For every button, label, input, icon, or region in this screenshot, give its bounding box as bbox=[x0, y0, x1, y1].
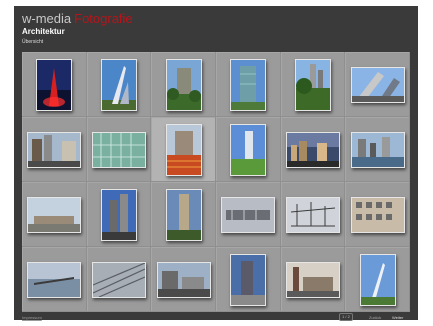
brand-name: w-media bbox=[22, 11, 72, 26]
grid-cell[interactable] bbox=[22, 117, 87, 182]
thumbnail-glass-tower[interactable] bbox=[230, 58, 267, 111]
page-title: Architektur bbox=[22, 27, 65, 36]
grid-cell[interactable] bbox=[216, 52, 281, 117]
thumbnail-skyscraper-trees[interactable] bbox=[165, 188, 202, 241]
grid-cell[interactable] bbox=[345, 52, 410, 117]
grid-cell[interactable] bbox=[22, 182, 87, 247]
thumbnail-tower-plaza[interactable] bbox=[230, 253, 267, 306]
thumbnail-towers-park[interactable] bbox=[294, 58, 331, 111]
grid-cell[interactable] bbox=[216, 182, 281, 247]
thumbnail-street-towers[interactable] bbox=[27, 131, 82, 168]
thumbnail-facade-grid[interactable] bbox=[350, 196, 405, 233]
thumbnail-harbour-city[interactable] bbox=[350, 131, 405, 168]
grid-cell[interactable] bbox=[87, 247, 152, 312]
thumbnail-pier[interactable] bbox=[27, 261, 82, 298]
grid-cell[interactable] bbox=[281, 117, 346, 182]
thumbnail-green-facade[interactable] bbox=[91, 131, 146, 168]
thumbnail-flat-building[interactable] bbox=[27, 196, 82, 233]
thumbnail-street-corner[interactable] bbox=[156, 261, 211, 298]
brand-tagline: Fotografie bbox=[74, 11, 133, 26]
grid-cell[interactable] bbox=[151, 117, 216, 182]
grid-cell[interactable] bbox=[345, 117, 410, 182]
grid-cell[interactable] bbox=[151, 52, 216, 117]
grid-cell[interactable] bbox=[281, 247, 346, 312]
grid-cell[interactable] bbox=[216, 117, 281, 182]
grid-cell[interactable] bbox=[151, 182, 216, 247]
brand-logo[interactable]: w-media Fotografie bbox=[22, 11, 133, 27]
thumbnail-tilted-blocks[interactable] bbox=[350, 66, 405, 103]
thumbnail-red-sculpture[interactable] bbox=[36, 58, 73, 111]
thumbnail-city-dusk[interactable] bbox=[285, 131, 340, 168]
grid-cell[interactable] bbox=[87, 117, 152, 182]
grid-cell[interactable] bbox=[281, 182, 346, 247]
grid-cell[interactable] bbox=[87, 182, 152, 247]
prev-page-link[interactable]: Zurück bbox=[369, 315, 381, 320]
thumbnail-chimney-building[interactable] bbox=[285, 261, 340, 298]
page-subtitle: Übersicht bbox=[22, 39, 44, 45]
thumbnail-rooftop-detail[interactable] bbox=[91, 261, 146, 298]
thumbnail-building-garden[interactable] bbox=[165, 58, 202, 111]
grid-cell[interactable] bbox=[216, 247, 281, 312]
grid-cell[interactable] bbox=[22, 52, 87, 117]
thumbnail-bridge-structure[interactable] bbox=[221, 196, 276, 233]
grid-cell[interactable] bbox=[151, 247, 216, 312]
thumbnail-antenna[interactable] bbox=[359, 253, 396, 306]
page-indicator[interactable]: 1 / 2 bbox=[339, 313, 353, 321]
grid-cell[interactable] bbox=[345, 182, 410, 247]
thumbnail-construction-site[interactable] bbox=[165, 123, 202, 176]
grid-cell[interactable] bbox=[87, 52, 152, 117]
thumbnail-twin-towers[interactable] bbox=[100, 188, 137, 241]
grid-cell[interactable] bbox=[22, 247, 87, 312]
thumbnail-grid bbox=[22, 52, 410, 312]
thumbnail-tower-lawn[interactable] bbox=[230, 123, 267, 176]
next-page-link[interactable]: Weiter bbox=[392, 315, 403, 320]
thumbnail-tall-spire[interactable] bbox=[100, 58, 137, 111]
thumbnail-roof-construction[interactable] bbox=[285, 196, 340, 233]
grid-cell[interactable] bbox=[345, 247, 410, 312]
footer-link[interactable]: Impressum bbox=[22, 315, 42, 320]
grid-cell[interactable] bbox=[281, 52, 346, 117]
gallery-window: w-media Fotografie Architektur Übersicht … bbox=[14, 6, 418, 321]
